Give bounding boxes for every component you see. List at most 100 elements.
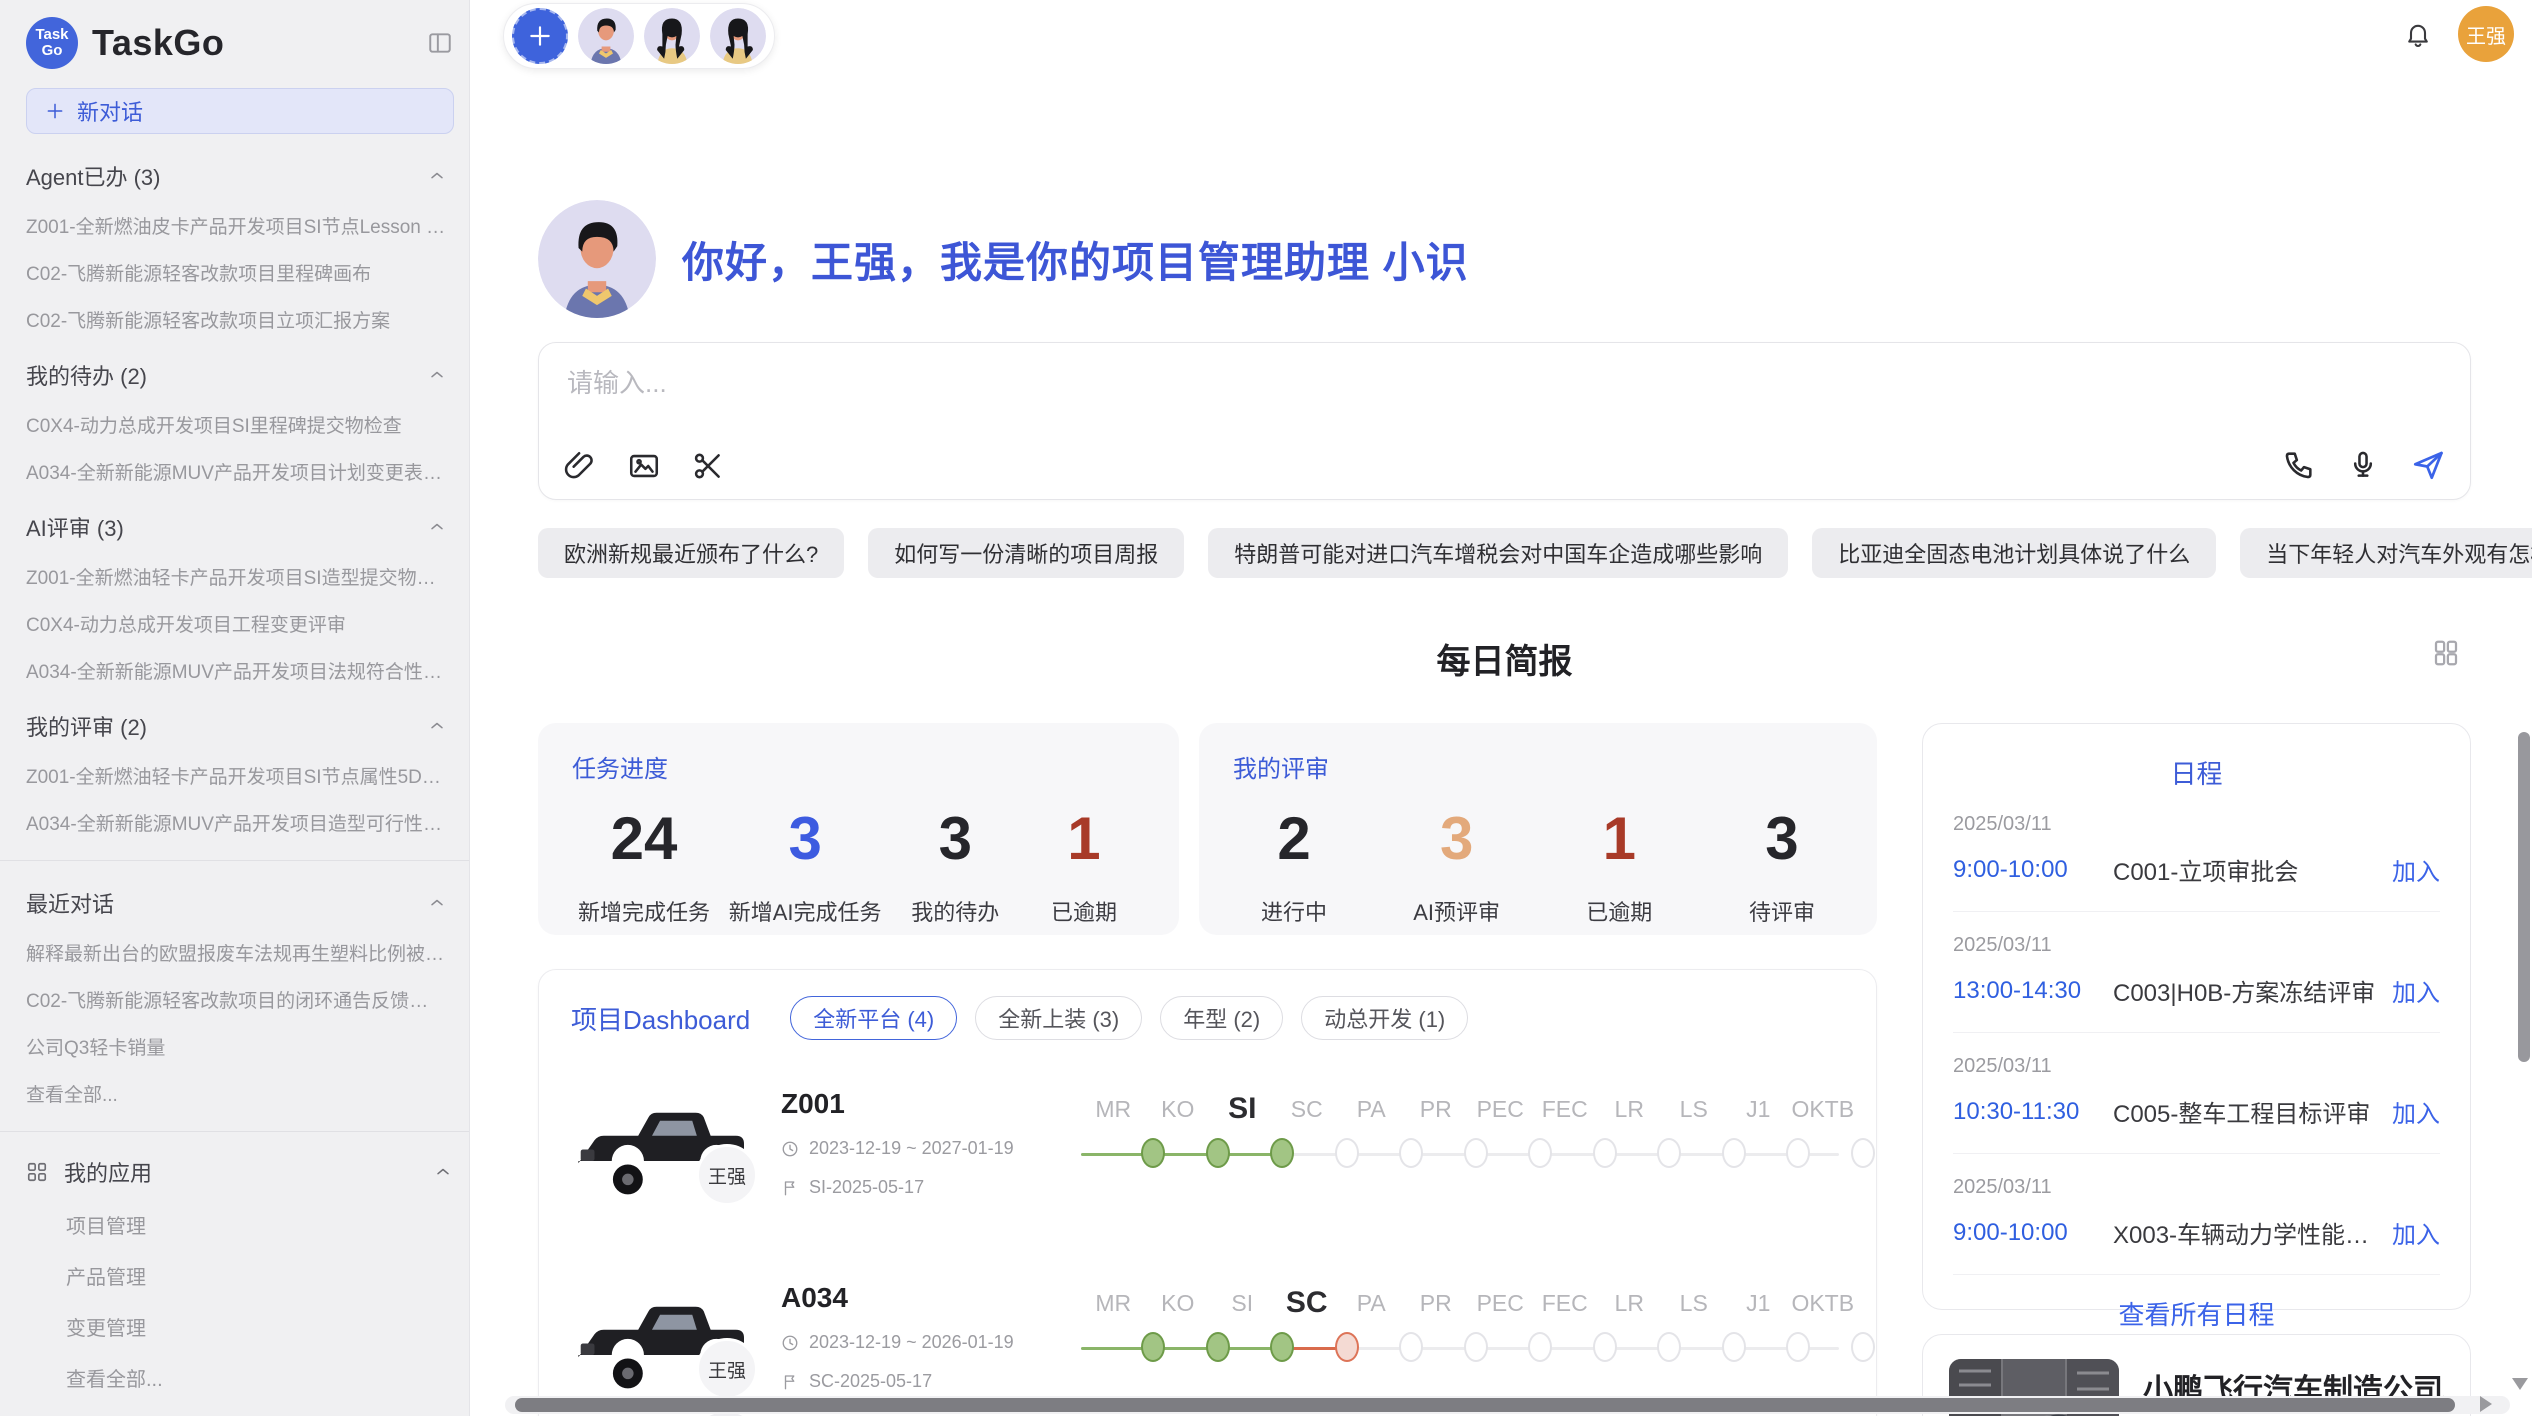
- filter-new-body[interactable]: 全新上装 (3): [975, 996, 1142, 1040]
- agent-avatar-2[interactable]: [644, 8, 700, 64]
- stat-label: 进行中: [1239, 895, 1349, 927]
- image-upload-icon[interactable]: [627, 449, 661, 483]
- join-link[interactable]: 加入: [2392, 852, 2440, 887]
- stat-my-todo: 3 我的待办: [900, 804, 1010, 927]
- sidebar-item[interactable]: C02-飞腾新能源轻客改款项目立项汇报方案: [26, 306, 446, 333]
- milestone-label: LR: [1597, 1088, 1662, 1130]
- suggestion-chip[interactable]: 当下年轻人对汽车外观有怎样的喜好趋势: [2240, 528, 2532, 578]
- phone-icon[interactable]: [2282, 448, 2316, 482]
- chat-input[interactable]: [567, 363, 2442, 423]
- horizontal-scrollbar-track[interactable]: [505, 1396, 2510, 1414]
- view-all-schedule-link[interactable]: 查看所有日程: [1953, 1275, 2440, 1332]
- stat-label: 已逾期: [1029, 895, 1139, 927]
- sidebar-item-my-apps[interactable]: 我的应用: [26, 1156, 453, 1188]
- milestone-label: PEC: [1468, 1282, 1533, 1324]
- milestone-dot: [1786, 1332, 1810, 1362]
- agent-avatar-1[interactable]: [578, 8, 634, 64]
- agent-switcher: [503, 3, 775, 69]
- schedule-date: 2025/03/11: [1953, 1176, 2440, 1199]
- agent-avatar-3[interactable]: [710, 8, 766, 64]
- sidebar-item[interactable]: Z001-全新燃油轻卡产品开发项目SI节点属性5D文件评审: [26, 762, 446, 789]
- layout-grid-icon[interactable]: [2431, 638, 2461, 668]
- sidebar: Task Go TaskGo 新对话 Agent已办 (3) Z001-全新燃油…: [0, 0, 470, 1416]
- suggestion-chip[interactable]: 如何写一份清晰的项目周报: [868, 528, 1184, 578]
- recent-chat-item[interactable]: 公司Q3轻卡销量: [26, 1033, 446, 1060]
- send-icon[interactable]: [2410, 447, 2446, 483]
- sidebar-item[interactable]: A034-全新新能源MUV产品开发项目法规符合性评审: [26, 657, 446, 684]
- add-agent-button[interactable]: [512, 8, 568, 64]
- sidebar-item[interactable]: C0X4-动力总成开发项目SI里程碑提交物检查: [26, 411, 446, 438]
- plus-icon: [45, 101, 65, 121]
- milestone-label: LS: [1662, 1282, 1727, 1324]
- horizontal-scrollbar-thumb[interactable]: [515, 1398, 2455, 1412]
- user-avatar[interactable]: 王强: [2458, 6, 2514, 62]
- notification-bell-icon[interactable]: [2404, 20, 2432, 48]
- section-ai-review: AI评审 (3) Z001-全新燃油轻卡产品开发项目SI造型提交物评审 C0X4…: [26, 511, 453, 684]
- app-item-change[interactable]: 变更管理: [66, 1312, 453, 1341]
- milestone-track: MR KO SI SC PA PR PEC FEC LR LS: [1041, 1084, 1855, 1234]
- chevron-up-icon: [427, 716, 447, 736]
- sidebar-collapse-icon[interactable]: [427, 30, 453, 56]
- grid-icon: [26, 1161, 48, 1183]
- sidebar-item[interactable]: Z001-全新燃油皮卡产品开发项目SI节点Lesson Learn报告: [26, 212, 446, 239]
- join-link[interactable]: 加入: [2392, 1094, 2440, 1129]
- app-title: TaskGo: [92, 22, 413, 64]
- filter-powertrain[interactable]: 动总开发 (1): [1301, 996, 1468, 1040]
- new-chat-label: 新对话: [77, 95, 143, 127]
- sidebar-item[interactable]: A034-全新新能源MUV产品开发项目造型可行性评审: [26, 809, 446, 836]
- section-header[interactable]: 我的评审 (2): [26, 710, 453, 742]
- section-label: Agent已办 (3): [26, 160, 161, 192]
- milestone-dot: [1851, 1138, 1875, 1168]
- join-link[interactable]: 加入: [2392, 973, 2440, 1008]
- schedule-time: 9:00-10:00: [1953, 1219, 2113, 1247]
- microphone-icon[interactable]: [2346, 448, 2380, 482]
- suggestion-chip[interactable]: 比亚迪全固态电池计划具体说了什么: [1812, 528, 2216, 578]
- section-header[interactable]: 我的待办 (2): [26, 359, 453, 391]
- app-item-product[interactable]: 产品管理: [66, 1261, 453, 1290]
- milestone-label: KO: [1146, 1088, 1211, 1130]
- attachment-icon[interactable]: [563, 449, 597, 483]
- recent-view-all[interactable]: 查看全部...: [26, 1080, 446, 1107]
- sidebar-item[interactable]: A034-全新新能源MUV产品开发项目计划变更表编写: [26, 458, 446, 485]
- scissors-icon[interactable]: [691, 449, 725, 483]
- chat-input-card: [538, 342, 2471, 500]
- main-area: 王强 你好，王强，我是你的项目管理助理 小识: [470, 0, 2532, 1416]
- milestone-dot-done: [1141, 1332, 1165, 1362]
- filter-new-platform[interactable]: 全新平台 (4): [790, 996, 957, 1040]
- sidebar-item[interactable]: C02-飞腾新能源轻客改款项目里程碑画布: [26, 259, 446, 286]
- apps-view-all[interactable]: 查看全部...: [66, 1363, 453, 1392]
- schedule-time: 9:00-10:00: [1953, 856, 2113, 884]
- project-row-z001[interactable]: 王强 Z001 2023-12-19 ~ 2027-01-19: [571, 1084, 1844, 1234]
- scroll-down-arrow[interactable]: [2512, 1378, 2528, 1390]
- project-dates: 2023-12-19 ~ 2027-01-19: [809, 1138, 1014, 1159]
- milestone-dot: [1464, 1332, 1488, 1362]
- section-my-todo: 我的待办 (2) C0X4-动力总成开发项目SI里程碑提交物检查 A034-全新…: [26, 359, 453, 485]
- stat-overdue: 1 已逾期: [1029, 804, 1139, 927]
- recent-chat-item[interactable]: 解释最新出台的欧盟报废车法规再生塑料比例被调至15%...: [26, 939, 446, 966]
- section-label: 我的待办 (2): [26, 359, 147, 391]
- my-review-card: 我的评审 2 进行中 3 AI预评审: [1199, 723, 1877, 935]
- stat-label: AI预评审: [1402, 895, 1512, 927]
- section-header[interactable]: Agent已办 (3): [26, 160, 453, 192]
- recent-chat-item[interactable]: C02-飞腾新能源轻客改款项目的闭环通告反馈情况: [26, 986, 446, 1013]
- logo-line1: Task: [35, 27, 68, 43]
- chevron-up-icon: [433, 1162, 453, 1182]
- schedule-item: 2025/03/11 13:00-14:30 C003|H0B-方案冻结评审 加…: [1953, 912, 2440, 1033]
- schedule-date: 2025/03/11: [1953, 813, 2440, 836]
- card-title: 我的评审: [1233, 749, 1843, 784]
- suggestion-chip[interactable]: 欧洲新规最近颁布了什么?: [538, 528, 844, 578]
- milestone-dot-done: [1206, 1332, 1230, 1362]
- sidebar-item[interactable]: C0X4-动力总成开发项目工程变更评审: [26, 610, 446, 637]
- daily-brief-title: 每日简报: [538, 634, 2471, 683]
- filter-model-year[interactable]: 年型 (2): [1160, 996, 1283, 1040]
- section-header[interactable]: 最近对话: [26, 887, 453, 919]
- app-item-project[interactable]: 项目管理: [66, 1210, 453, 1239]
- milestone-dot: [1399, 1332, 1423, 1362]
- sidebar-item[interactable]: Z001-全新燃油轻卡产品开发项目SI造型提交物评审: [26, 563, 446, 590]
- section-header[interactable]: AI评审 (3): [26, 511, 453, 543]
- suggestion-chip[interactable]: 特朗普可能对进口汽车增税会对中国车企造成哪些影响: [1208, 528, 1788, 578]
- new-chat-button[interactable]: 新对话: [26, 88, 454, 134]
- vertical-scrollbar-thumb[interactable]: [2518, 732, 2530, 1062]
- join-link[interactable]: 加入: [2392, 1215, 2440, 1250]
- scroll-right-arrow[interactable]: [2480, 1396, 2492, 1412]
